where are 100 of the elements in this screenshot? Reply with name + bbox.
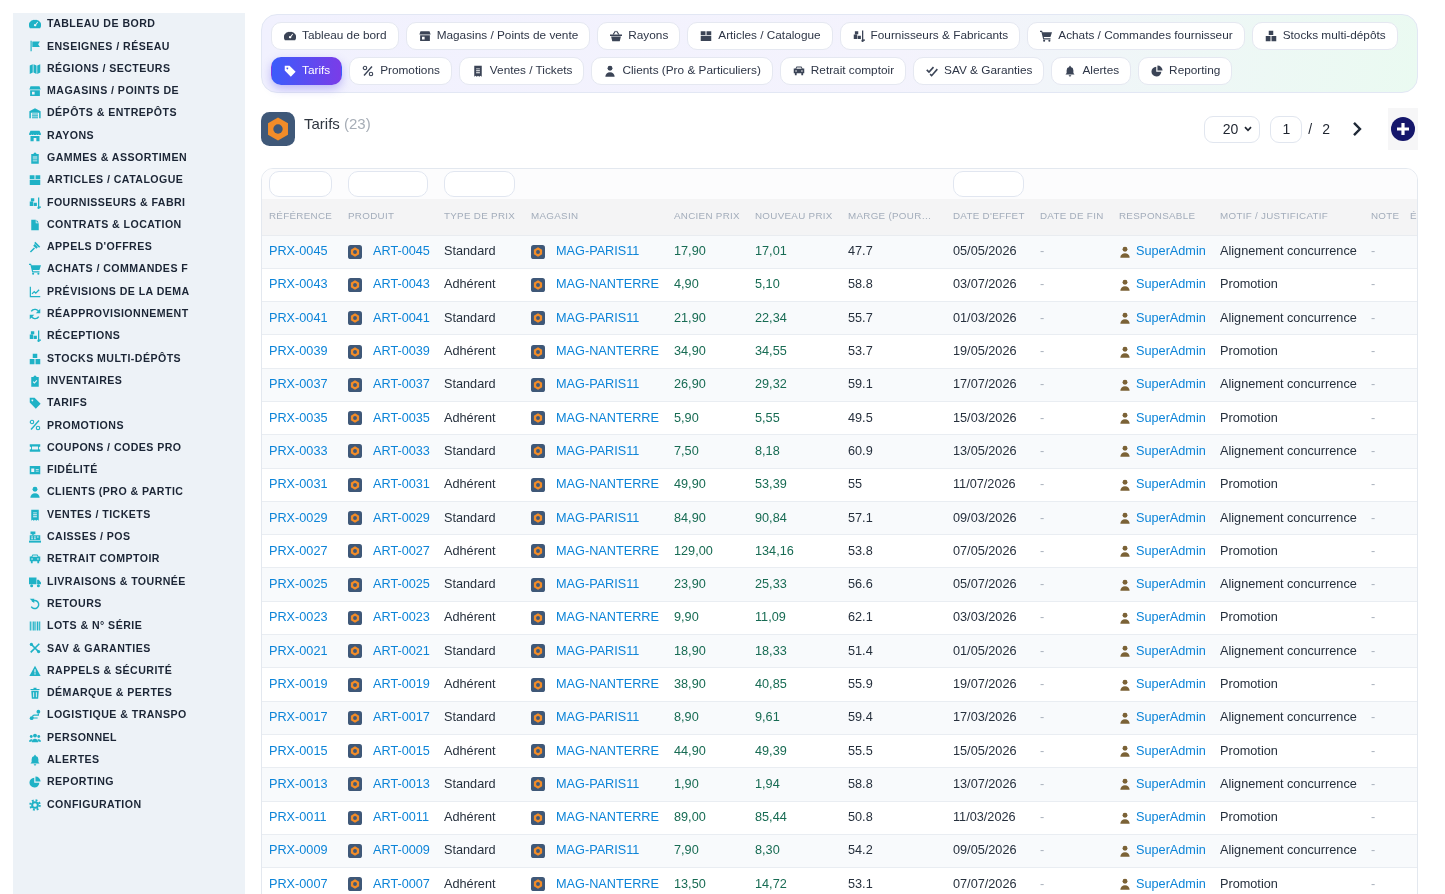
nav-tab[interactable]: Promotions (349, 57, 452, 85)
sidebar-link[interactable]: DÉPÔTS & ENTREPÔTS (13, 102, 245, 125)
store-link[interactable]: MAG-NANTERRE (556, 410, 659, 426)
sidebar-link[interactable]: ARTICLES / CATALOGUE (13, 169, 245, 192)
store-link[interactable]: MAG-NANTERRE (556, 610, 659, 626)
nav-tab[interactable]: Fournisseurs & Fabricants (839, 22, 1021, 50)
sidebar-link[interactable]: TABLEAU DE BORD (13, 13, 245, 36)
product-link[interactable]: ART-0007 (373, 876, 430, 892)
product-link[interactable]: ART-0011 (373, 810, 429, 826)
product-link[interactable]: ART-0035 (373, 410, 430, 426)
sidebar-link[interactable]: ACHATS / COMMANDES F (13, 258, 245, 281)
add-button[interactable] (1388, 108, 1418, 150)
store-link[interactable]: MAG-NANTERRE (556, 277, 659, 293)
user-link[interactable]: SuperAdmin (1136, 410, 1206, 426)
reference-link[interactable]: PRX-0043 (269, 277, 328, 292)
price-cell: 40,85 (755, 677, 787, 691)
next-page-button[interactable] (1352, 121, 1362, 137)
store-link[interactable]: MAG-NANTERRE (556, 677, 659, 692)
nav-tab[interactable]: Tarifs (271, 57, 343, 85)
page-size-select[interactable]: 20 (1204, 115, 1261, 143)
nav-tab[interactable]: Clients (Pro & Particuliers) (591, 57, 773, 85)
nav-tab[interactable]: Stocks multi-dépôts (1251, 22, 1398, 50)
sidebar-link[interactable]: ENSEIGNES / RÉSEAU (13, 35, 245, 58)
store-link[interactable]: MAG-NANTERRE (556, 344, 659, 360)
reference-link[interactable]: PRX-0027 (269, 543, 328, 558)
reference-link[interactable]: PRX-0011 (269, 810, 327, 825)
sidebar-link[interactable]: RETRAIT COMPTOIR (13, 548, 245, 571)
store-link[interactable]: MAG-NANTERRE (556, 743, 659, 759)
sidebar-link[interactable]: PERSONNEL (13, 726, 245, 749)
sidebar-link[interactable]: PRÉVISIONS DE LA DEMA (13, 280, 245, 303)
product-link[interactable]: ART-0027 (373, 543, 430, 559)
nav-tab[interactable]: Articles / Catalogue (687, 22, 833, 50)
store-link[interactable]: MAG-NANTERRE (556, 477, 659, 493)
user-link[interactable]: SuperAdmin (1136, 610, 1206, 626)
sidebar-link[interactable]: PROMOTIONS (13, 414, 245, 437)
sidebar-link[interactable]: RÉGIONS / SECTEURS (13, 57, 245, 80)
reference-link[interactable]: PRX-0023 (269, 610, 328, 625)
user-link[interactable]: SuperAdmin (1136, 876, 1206, 892)
nav-tab[interactable]: Magasins / Points de vente (405, 22, 591, 50)
sidebar-link[interactable]: ALERTES (13, 748, 245, 772)
page-input[interactable]: 1 (1270, 115, 1303, 143)
store-link[interactable]: MAG-NANTERRE (556, 543, 659, 559)
sidebar-link[interactable]: RETOURS (13, 592, 245, 615)
sidebar-link[interactable]: CONFIGURATION (13, 793, 245, 816)
sidebar-link[interactable]: RAPPELS & SÉCURITÉ (13, 659, 245, 682)
sidebar-link[interactable]: RAYONS (13, 124, 245, 147)
sidebar-link[interactable]: APPELS D'OFFRES (13, 235, 245, 259)
sidebar-link[interactable]: DÉMARQUE & PERTES (13, 681, 245, 705)
sidebar-link[interactable]: SAV & GARANTIES (13, 637, 245, 660)
user-link[interactable]: SuperAdmin (1136, 677, 1206, 692)
reference-link[interactable]: PRX-0019 (269, 677, 328, 691)
product-link[interactable]: ART-0019 (373, 677, 430, 692)
user-link[interactable]: SuperAdmin (1136, 743, 1206, 759)
sidebar-link[interactable]: VENTES / TICKETS (13, 503, 245, 526)
nav-tab[interactable]: Achats / Commandes fournisseur (1027, 22, 1245, 50)
product-link[interactable]: ART-0015 (373, 743, 430, 759)
product-link[interactable]: ART-0043 (373, 277, 430, 293)
product-link[interactable]: ART-0031 (373, 477, 430, 493)
filter-field[interactable] (444, 171, 515, 197)
store-link[interactable]: MAG-NANTERRE (556, 810, 659, 826)
sidebar-link[interactable]: CAISSES / POS (13, 525, 245, 549)
sidebar-link[interactable]: STOCKS MULTI-DÉPÔTS (13, 347, 245, 370)
sidebar-link[interactable]: LIVRAISONS & TOURNÉE (13, 570, 245, 593)
sidebar-link[interactable]: FIDÉLITÉ (13, 458, 245, 482)
product-link[interactable]: ART-0023 (373, 610, 430, 626)
nav-tab[interactable]: Rayons (597, 22, 681, 50)
sidebar-link[interactable]: MAGASINS / POINTS DE (13, 79, 245, 103)
reference-link[interactable]: PRX-0031 (269, 477, 328, 492)
sidebar-link[interactable]: TARIFS (13, 392, 245, 415)
sidebar-link[interactable]: COUPONS / CODES PRO (13, 436, 245, 459)
filter-field[interactable] (953, 171, 1024, 197)
nav-tab[interactable]: Ventes / Tickets (458, 57, 585, 85)
reference-link[interactable]: PRX-0039 (269, 344, 328, 359)
filter-field[interactable] (348, 171, 428, 197)
user-link[interactable]: SuperAdmin (1136, 810, 1206, 826)
user-link[interactable]: SuperAdmin (1136, 344, 1206, 360)
sidebar-link[interactable]: LOTS & N° SÉRIE (13, 615, 245, 638)
nav-tab[interactable]: Alertes (1051, 57, 1132, 85)
user-link[interactable]: SuperAdmin (1136, 477, 1206, 493)
sidebar-link[interactable]: RÉAPPROVISIONNEMENT (13, 302, 245, 326)
filter-field[interactable] (269, 171, 332, 197)
nav-tab[interactable]: Reporting (1138, 57, 1233, 85)
nav-tab[interactable]: Tableau de bord (271, 22, 399, 50)
product-link[interactable]: ART-0039 (373, 344, 430, 360)
sidebar-link[interactable]: REPORTING (13, 771, 245, 794)
sidebar-link[interactable]: LOGISTIQUE & TRANSPO (13, 704, 245, 727)
store-link[interactable]: MAG-NANTERRE (556, 876, 659, 892)
sidebar-link[interactable]: FOURNISSEURS & FABRI (13, 191, 245, 214)
sidebar-link[interactable]: RÉCEPTIONS (13, 325, 245, 348)
sidebar-link[interactable]: GAMMES & ASSORTIMEN (13, 146, 245, 170)
reference-link[interactable]: PRX-0007 (269, 876, 328, 891)
nav-tab[interactable]: Retrait comptoir (779, 57, 907, 85)
nav-tab[interactable]: SAV & Garanties (913, 57, 1045, 85)
reference-link[interactable]: PRX-0035 (269, 410, 328, 425)
reference-link[interactable]: PRX-0015 (269, 743, 328, 758)
sidebar-link[interactable]: CONTRATS & LOCATION (13, 213, 245, 236)
sidebar-link[interactable]: INVENTAIRES (13, 369, 245, 393)
user-link[interactable]: SuperAdmin (1136, 543, 1206, 559)
sidebar-link[interactable]: CLIENTS (PRO & PARTIC (13, 481, 245, 504)
user-link[interactable]: SuperAdmin (1136, 277, 1206, 293)
